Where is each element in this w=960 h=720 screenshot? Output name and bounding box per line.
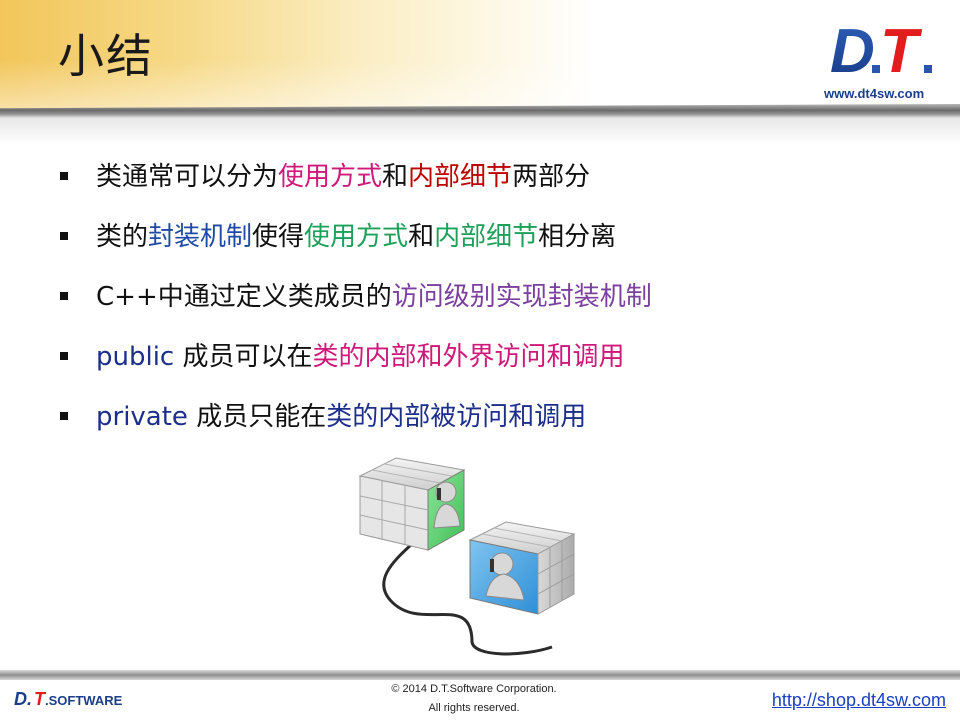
bullet-item: private 成员只能在类的内部被访问和调用 [60, 395, 930, 455]
bullet-square-icon [60, 172, 68, 180]
bullet-square-icon [60, 232, 68, 240]
highlight-text: 内部细节 [408, 162, 513, 192]
highlight-text: 使用方式 [304, 222, 409, 252]
bullet-item: 类通常可以分为使用方式和内部细节两部分 [60, 155, 930, 215]
slide-title: 小结 [58, 29, 154, 83]
svg-text:T: T [880, 18, 923, 78]
bullet-item: 类的封装机制使得使用方式和内部细节相分离 [60, 215, 930, 275]
svg-text:D: D [830, 18, 875, 78]
keyword-text: public [96, 342, 175, 372]
cube-green [358, 457, 466, 551]
dt-logo-icon: D T [830, 18, 932, 78]
site-url: www.dt4sw.com [824, 86, 925, 101]
highlight-text: 封装机制 [148, 222, 253, 252]
highlight-text: 使用方式 [278, 162, 383, 192]
bullet-text: public 成员可以在类的内部和外界访问和调用 [96, 342, 625, 372]
shop-link[interactable]: http://shop.dt4sw.com [772, 690, 946, 711]
highlight-text: 类的内部被访问和调用 [326, 402, 587, 432]
bullet-item: C++中通过定义类成员的访问级别实现封装机制 [60, 275, 930, 335]
cube-blue [468, 521, 576, 615]
bullet-square-icon [60, 352, 68, 360]
bullet-square-icon [60, 412, 68, 420]
bullet-item: public 成员可以在类的内部和外界访问和调用 [60, 335, 930, 395]
highlight-text: 类的内部和外界访问和调用 [312, 342, 625, 372]
bullet-text: C++中通过定义类成员的访问级别实现封装机制 [96, 282, 652, 312]
bullet-text: 类的封装机制使得使用方式和内部细节相分离 [96, 222, 617, 252]
header-shadow [0, 118, 960, 144]
bullet-text: private 成员只能在类的内部被访问和调用 [96, 402, 587, 432]
bullet-list: 类通常可以分为使用方式和内部细节两部分 类的封装机制使得使用方式和内部细节相分离… [60, 155, 930, 455]
bullet-text: 类通常可以分为使用方式和内部细节两部分 [96, 162, 591, 192]
highlight-text: 内部细节 [434, 222, 539, 252]
bullet-square-icon [60, 292, 68, 300]
footer-divider [0, 670, 960, 680]
highlight-text: 访问级别实现封装机制 [391, 282, 652, 312]
two-cubes-phone-call-illustration [358, 457, 576, 656]
keyword-text: private [96, 402, 188, 432]
